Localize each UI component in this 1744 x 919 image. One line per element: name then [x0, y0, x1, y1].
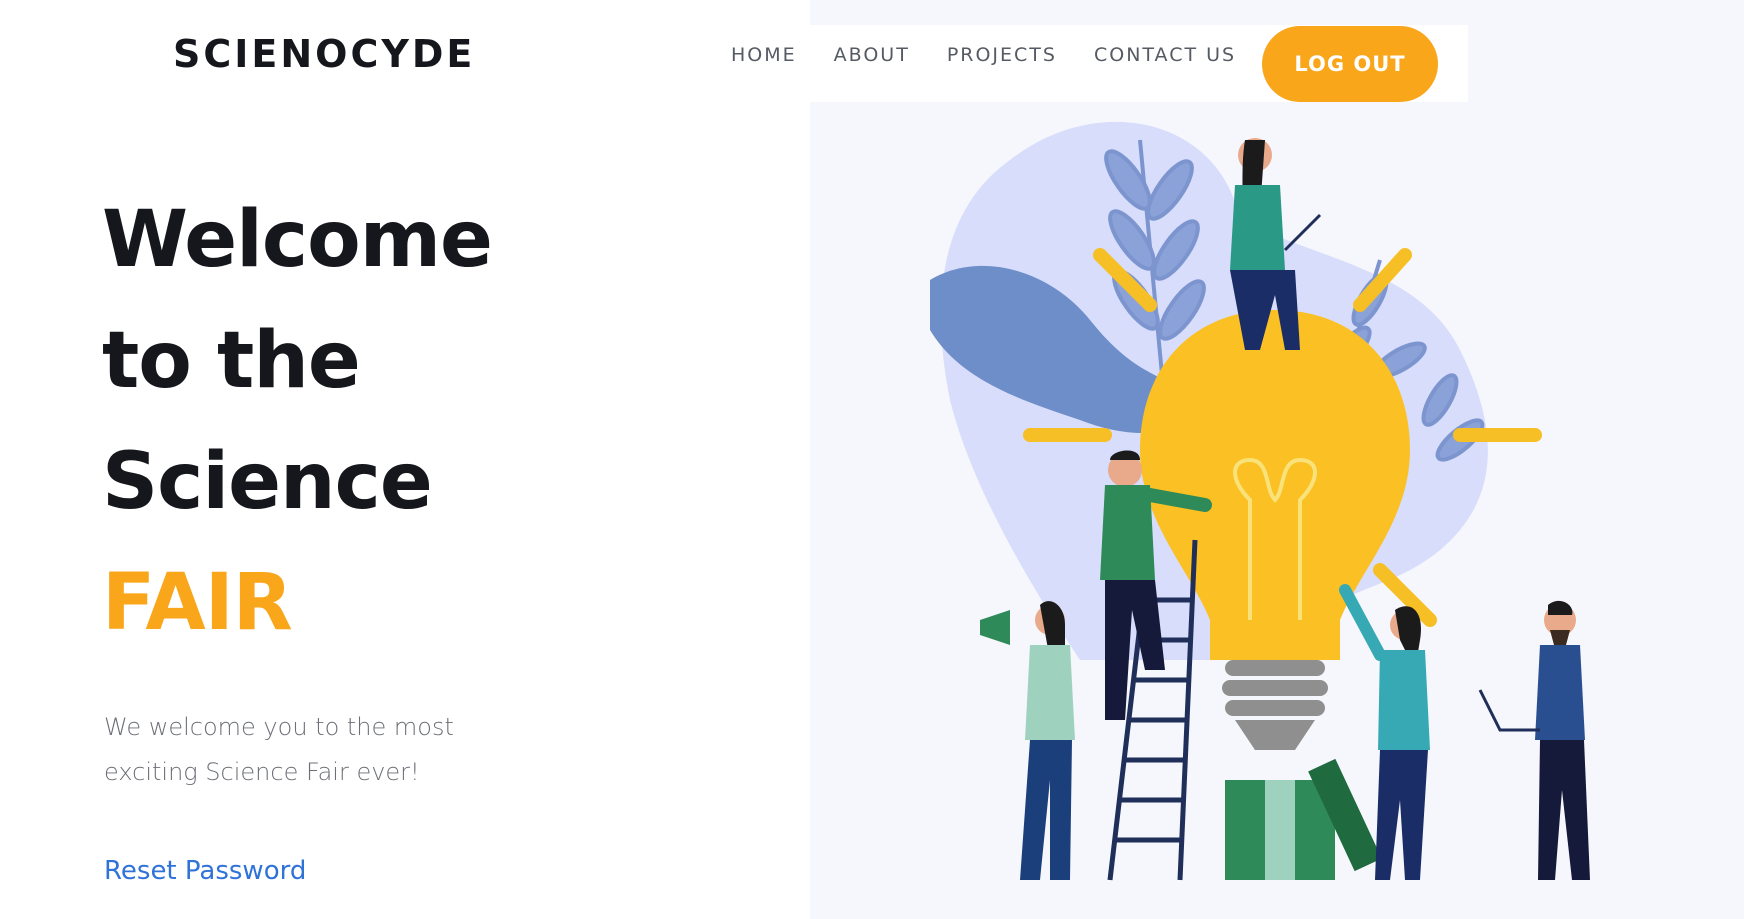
nav-projects-link[interactable]: PROJECTS: [947, 44, 1057, 66]
logout-button[interactable]: LOG OUT: [1262, 26, 1438, 102]
hero-title-accent: FAIR: [102, 558, 293, 648]
hero-subtitle-line-2: exciting Science Fair ever!: [104, 758, 420, 786]
brand-logo[interactable]: SCIENOCYDE: [173, 32, 475, 76]
hero-title-line-2: to the: [102, 316, 361, 406]
reset-password-link[interactable]: Reset Password: [104, 856, 306, 886]
hero-title: Welcome to the Science FAIR: [102, 180, 493, 664]
person-laptop: [1478, 600, 1590, 880]
main-nav: HOME ABOUT PROJECTS CONTACT US: [731, 44, 1236, 66]
hero-title-line-1: Welcome: [102, 195, 493, 285]
person-megaphone: [980, 601, 1075, 880]
lightbulb-teamwork-illustration: [930, 121, 1590, 881]
hero-subtitle-line-1: We welcome you to the most: [104, 713, 454, 741]
bulb-base: [1222, 660, 1328, 750]
hero-title-line-3: Science: [102, 437, 433, 527]
box: [1225, 758, 1382, 880]
nav-home-link[interactable]: HOME: [731, 44, 797, 66]
nav-about-link[interactable]: ABOUT: [834, 44, 910, 66]
hero-subtitle: We welcome you to the most exciting Scie…: [104, 705, 524, 795]
nav-contact-link[interactable]: CONTACT US: [1094, 44, 1236, 66]
